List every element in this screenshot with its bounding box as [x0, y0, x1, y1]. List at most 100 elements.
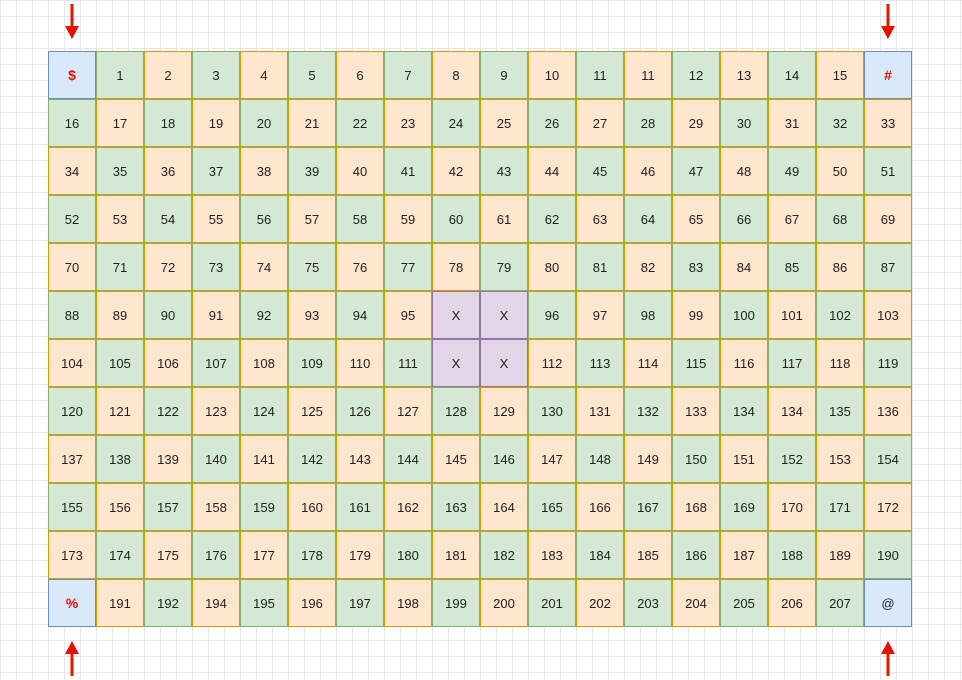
grid-cell: 154: [864, 435, 912, 483]
grid-cell: 188: [768, 531, 816, 579]
grid-cell: 179: [336, 531, 384, 579]
grid-cell: 76: [336, 243, 384, 291]
grid-cell: 63: [576, 195, 624, 243]
grid-cell: 157: [144, 483, 192, 531]
blocked-cell: X: [480, 339, 528, 387]
grid-cell: 128: [432, 387, 480, 435]
grid-cell: 8: [432, 51, 480, 99]
grid-cell: 148: [576, 435, 624, 483]
grid-cell: 132: [624, 387, 672, 435]
grid-cell: 110: [336, 339, 384, 387]
grid-cell: 45: [576, 147, 624, 195]
arrow-up-bottom-right-icon: [881, 641, 895, 676]
grid-cell: 145: [432, 435, 480, 483]
grid-cell: 158: [192, 483, 240, 531]
grid-cell: 99: [672, 291, 720, 339]
grid-cell: 192: [144, 579, 192, 627]
grid-cell: 112: [528, 339, 576, 387]
grid-cell: 175: [144, 531, 192, 579]
grid-cell: 67: [768, 195, 816, 243]
grid-cell: 88: [48, 291, 96, 339]
corner-marker-cell: %: [48, 579, 96, 627]
number-grid-diagram: $1 2 3 4 5 6 7 8 9 10 11 11 12 13 14 15 #16 17 18 19 20 21 22 2…: [0, 0, 962, 680]
grid-cell: 124: [240, 387, 288, 435]
grid-cell: 187: [720, 531, 768, 579]
grid-cell: 100: [720, 291, 768, 339]
grid-cell: 134: [768, 387, 816, 435]
grid-cell: 183: [528, 531, 576, 579]
grid-cell: 6: [336, 51, 384, 99]
grid-cell: 12: [672, 51, 720, 99]
grid-cell: 135: [816, 387, 864, 435]
grid-cell: 206: [768, 579, 816, 627]
grid-cell: 142: [288, 435, 336, 483]
arrow-up-bottom-left-icon: [65, 641, 79, 676]
grid-cell: 102: [816, 291, 864, 339]
grid-cell: 172: [864, 483, 912, 531]
grid-cell: 123: [192, 387, 240, 435]
grid-cell: 61: [480, 195, 528, 243]
grid-cell: 93: [288, 291, 336, 339]
grid-cell: 147: [528, 435, 576, 483]
grid-cell: 57: [288, 195, 336, 243]
grid-cell: 143: [336, 435, 384, 483]
grid-cell: 23: [384, 99, 432, 147]
grid-cell: 171: [816, 483, 864, 531]
grid-cell: 7: [384, 51, 432, 99]
grid-cell: 116: [720, 339, 768, 387]
grid-cell: 136: [864, 387, 912, 435]
grid-cell: 184: [576, 531, 624, 579]
grid-cell: 126: [336, 387, 384, 435]
grid-cell: 80: [528, 243, 576, 291]
grid-cell: 166: [576, 483, 624, 531]
grid-cell: 40: [336, 147, 384, 195]
grid-cell: 73: [192, 243, 240, 291]
grid-cell: 152: [768, 435, 816, 483]
grid-cell: 44: [528, 147, 576, 195]
grid-cell: 84: [720, 243, 768, 291]
grid-cell: 38: [240, 147, 288, 195]
grid-cell: 18: [144, 99, 192, 147]
grid-cell: 35: [96, 147, 144, 195]
grid-cell: 161: [336, 483, 384, 531]
grid-cell: 146: [480, 435, 528, 483]
grid-cell: 141: [240, 435, 288, 483]
grid-cell: 77: [384, 243, 432, 291]
grid-cell: 181: [432, 531, 480, 579]
grid-cell: 41: [384, 147, 432, 195]
grid-cell: 85: [768, 243, 816, 291]
grid-cell: 101: [768, 291, 816, 339]
grid-cell: 26: [528, 99, 576, 147]
grid-cell: 169: [720, 483, 768, 531]
grid-cell: 42: [432, 147, 480, 195]
grid-cell: 96: [528, 291, 576, 339]
grid-cell: 50: [816, 147, 864, 195]
grid-cell: 4: [240, 51, 288, 99]
grid-cell: 75: [288, 243, 336, 291]
grid-cell: 178: [288, 531, 336, 579]
grid-cell: 94: [336, 291, 384, 339]
grid-cell: 151: [720, 435, 768, 483]
grid-cell: 31: [768, 99, 816, 147]
grid-cell: 140: [192, 435, 240, 483]
grid-cell: 71: [96, 243, 144, 291]
grid-cell: 48: [720, 147, 768, 195]
grid-cell: 36: [144, 147, 192, 195]
grid-cell: 113: [576, 339, 624, 387]
grid-cell: 46: [624, 147, 672, 195]
grid-cell: 70: [48, 243, 96, 291]
grid-cell: 20: [240, 99, 288, 147]
grid-cell: 56: [240, 195, 288, 243]
grid-cell: 64: [624, 195, 672, 243]
grid-cell: 182: [480, 531, 528, 579]
grid-cell: 103: [864, 291, 912, 339]
grid-cell: 167: [624, 483, 672, 531]
grid-cell: 121: [96, 387, 144, 435]
grid-cell: 185: [624, 531, 672, 579]
grid-cell: 82: [624, 243, 672, 291]
grid-cell: 111: [384, 339, 432, 387]
grid-cell: 174: [96, 531, 144, 579]
grid-cell: 133: [672, 387, 720, 435]
grid-cell: 15: [816, 51, 864, 99]
grid-cell: 58: [336, 195, 384, 243]
